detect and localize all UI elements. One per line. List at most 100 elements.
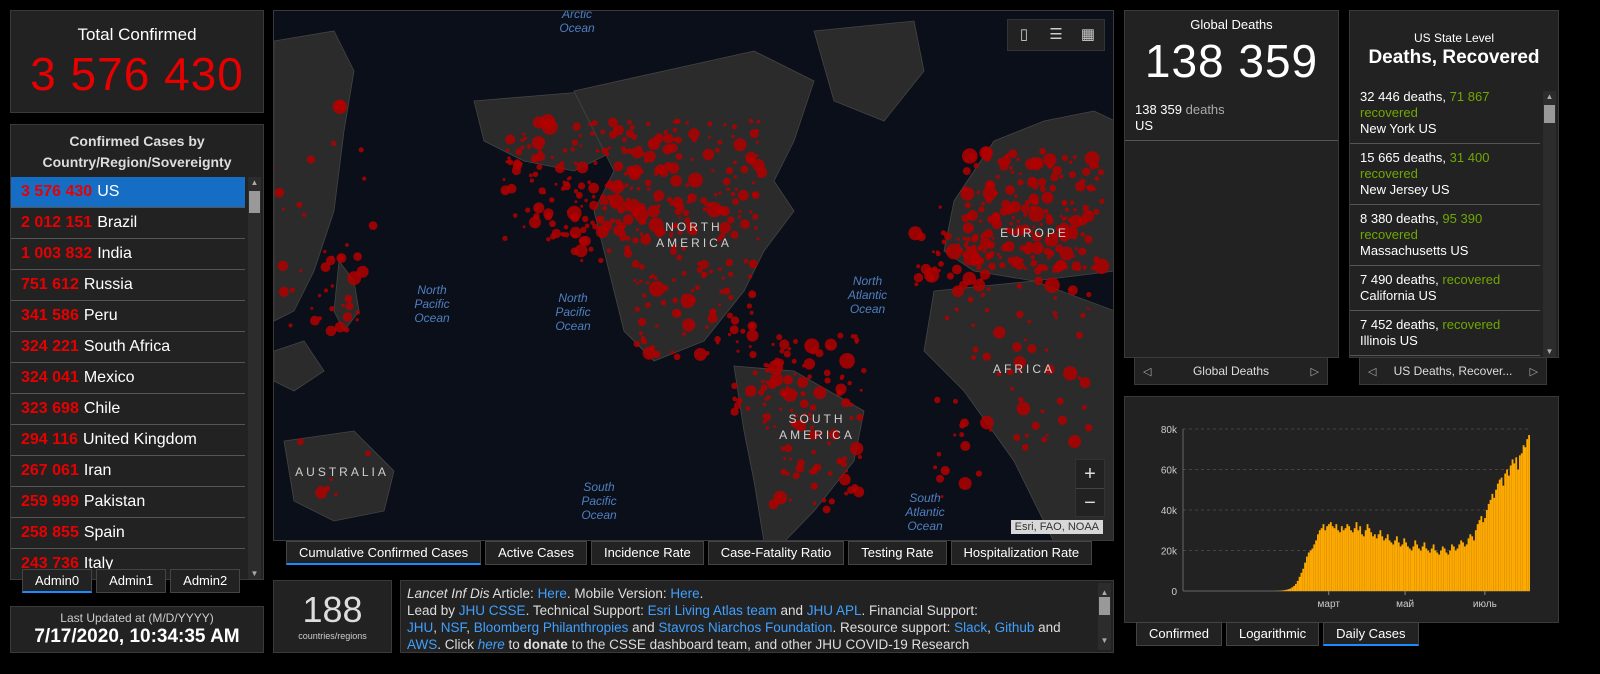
case-bubble[interactable] xyxy=(935,250,940,254)
case-bubble[interactable] xyxy=(824,338,838,351)
case-bubble[interactable] xyxy=(711,308,717,314)
case-bubble[interactable] xyxy=(721,276,725,280)
case-bubble[interactable] xyxy=(649,281,665,297)
case-bubble[interactable] xyxy=(675,153,683,160)
case-bubble[interactable] xyxy=(748,274,753,279)
case-bubble[interactable] xyxy=(1023,266,1027,270)
case-bubble[interactable] xyxy=(546,237,551,242)
case-bubble[interactable] xyxy=(330,284,334,288)
case-bubble[interactable] xyxy=(1006,205,1015,214)
case-bubble[interactable] xyxy=(938,261,944,267)
case-bubble[interactable] xyxy=(607,146,611,150)
case-bubble[interactable] xyxy=(1041,436,1047,443)
jhu-link[interactable]: JHU xyxy=(407,620,433,635)
case-bubble[interactable] xyxy=(1082,248,1087,253)
case-bubble[interactable] xyxy=(345,243,349,247)
case-bubble[interactable] xyxy=(1033,157,1044,168)
case-bubble[interactable] xyxy=(982,249,987,254)
github-link[interactable]: Github xyxy=(995,620,1035,635)
case-bubble[interactable] xyxy=(748,119,754,124)
case-bubble[interactable] xyxy=(966,246,978,258)
case-bubble[interactable] xyxy=(823,369,831,377)
case-bubble[interactable] xyxy=(1094,176,1100,182)
case-bubble[interactable] xyxy=(1075,181,1086,192)
case-bubble[interactable] xyxy=(988,264,992,268)
case-bubble[interactable] xyxy=(607,194,614,201)
case-bubble[interactable] xyxy=(714,336,721,343)
case-bubble[interactable] xyxy=(342,312,353,322)
case-bubble[interactable] xyxy=(779,339,790,350)
case-bubble[interactable] xyxy=(727,332,732,337)
case-bubble[interactable] xyxy=(1023,212,1028,217)
case-bubble[interactable] xyxy=(562,148,568,153)
case-bubble[interactable] xyxy=(797,376,809,388)
case-bubble[interactable] xyxy=(590,220,595,225)
case-bubble[interactable] xyxy=(1012,256,1021,265)
case-bubble[interactable] xyxy=(299,269,303,273)
case-bubble[interactable] xyxy=(347,271,362,286)
case-bubble[interactable] xyxy=(917,232,926,242)
case-bubble[interactable] xyxy=(999,262,1006,269)
case-bubble[interactable] xyxy=(749,129,759,139)
case-bubble[interactable] xyxy=(740,165,749,174)
case-bubble[interactable] xyxy=(624,183,629,188)
case-bubble[interactable] xyxy=(578,182,586,190)
case-bubble[interactable] xyxy=(1086,185,1092,190)
case-bubble[interactable] xyxy=(1061,154,1068,161)
case-bubble[interactable] xyxy=(986,255,990,260)
case-bubble[interactable] xyxy=(591,120,598,127)
case-bubble[interactable] xyxy=(588,246,594,252)
case-bubble[interactable] xyxy=(1086,291,1092,298)
case-bubble[interactable] xyxy=(1088,210,1092,215)
case-bubble[interactable] xyxy=(980,292,985,298)
case-bubble[interactable] xyxy=(711,168,715,173)
case-bubble[interactable] xyxy=(746,156,755,165)
case-bubble[interactable] xyxy=(854,337,860,343)
case-bubble[interactable] xyxy=(629,186,634,190)
case-bubble[interactable] xyxy=(584,223,590,229)
case-bubble[interactable] xyxy=(998,255,1003,260)
case-bubble[interactable] xyxy=(748,259,758,269)
case-bubble[interactable] xyxy=(646,187,651,191)
pager-prev-icon[interactable]: ◁ xyxy=(1143,365,1151,378)
case-bubble[interactable] xyxy=(768,360,784,375)
case-bubble[interactable] xyxy=(574,200,578,204)
case-bubble[interactable] xyxy=(600,129,606,135)
info-scrollbar[interactable]: ▲ ▼ xyxy=(1098,583,1111,650)
tab-admin2[interactable]: Admin2 xyxy=(170,569,241,593)
case-bubble[interactable] xyxy=(670,175,682,187)
country-item[interactable]: 324 041 Mexico xyxy=(11,363,245,394)
case-bubble[interactable] xyxy=(1031,241,1044,255)
case-bubble[interactable] xyxy=(1068,171,1077,179)
case-bubble[interactable] xyxy=(1073,208,1077,212)
case-bubble[interactable] xyxy=(1043,208,1049,214)
case-bubble[interactable] xyxy=(1011,216,1016,220)
case-bubble[interactable] xyxy=(756,237,760,241)
mobile-version-link[interactable]: Here xyxy=(670,586,699,601)
case-bubble[interactable] xyxy=(971,235,979,243)
case-bubble[interactable] xyxy=(1084,424,1093,432)
country-item[interactable]: 3 576 430 US xyxy=(11,177,245,208)
case-bubble[interactable] xyxy=(610,200,615,205)
case-bubble[interactable] xyxy=(705,325,709,329)
case-bubble[interactable] xyxy=(674,208,682,216)
case-bubble[interactable] xyxy=(839,353,855,369)
case-bubble[interactable] xyxy=(673,353,681,361)
case-bubble[interactable] xyxy=(856,413,864,421)
case-bubble[interactable] xyxy=(560,231,566,237)
us-state-scrollbar[interactable]: ▲ ▼ xyxy=(1543,91,1556,357)
case-bubble[interactable] xyxy=(1005,185,1015,195)
case-bubble[interactable] xyxy=(1053,296,1058,300)
case-bubble[interactable] xyxy=(536,164,543,170)
case-bubble[interactable] xyxy=(637,317,647,327)
scroll-up-icon[interactable]: ▲ xyxy=(248,178,261,187)
case-bubble[interactable] xyxy=(560,161,564,165)
case-bubble[interactable] xyxy=(762,414,766,418)
case-bubble[interactable] xyxy=(520,138,525,143)
case-bubble[interactable] xyxy=(779,388,788,397)
case-bubble[interactable] xyxy=(676,254,683,261)
case-bubble[interactable] xyxy=(800,391,806,397)
case-bubble[interactable] xyxy=(803,358,816,370)
case-bubble[interactable] xyxy=(749,351,757,359)
case-bubble[interactable] xyxy=(549,197,555,203)
